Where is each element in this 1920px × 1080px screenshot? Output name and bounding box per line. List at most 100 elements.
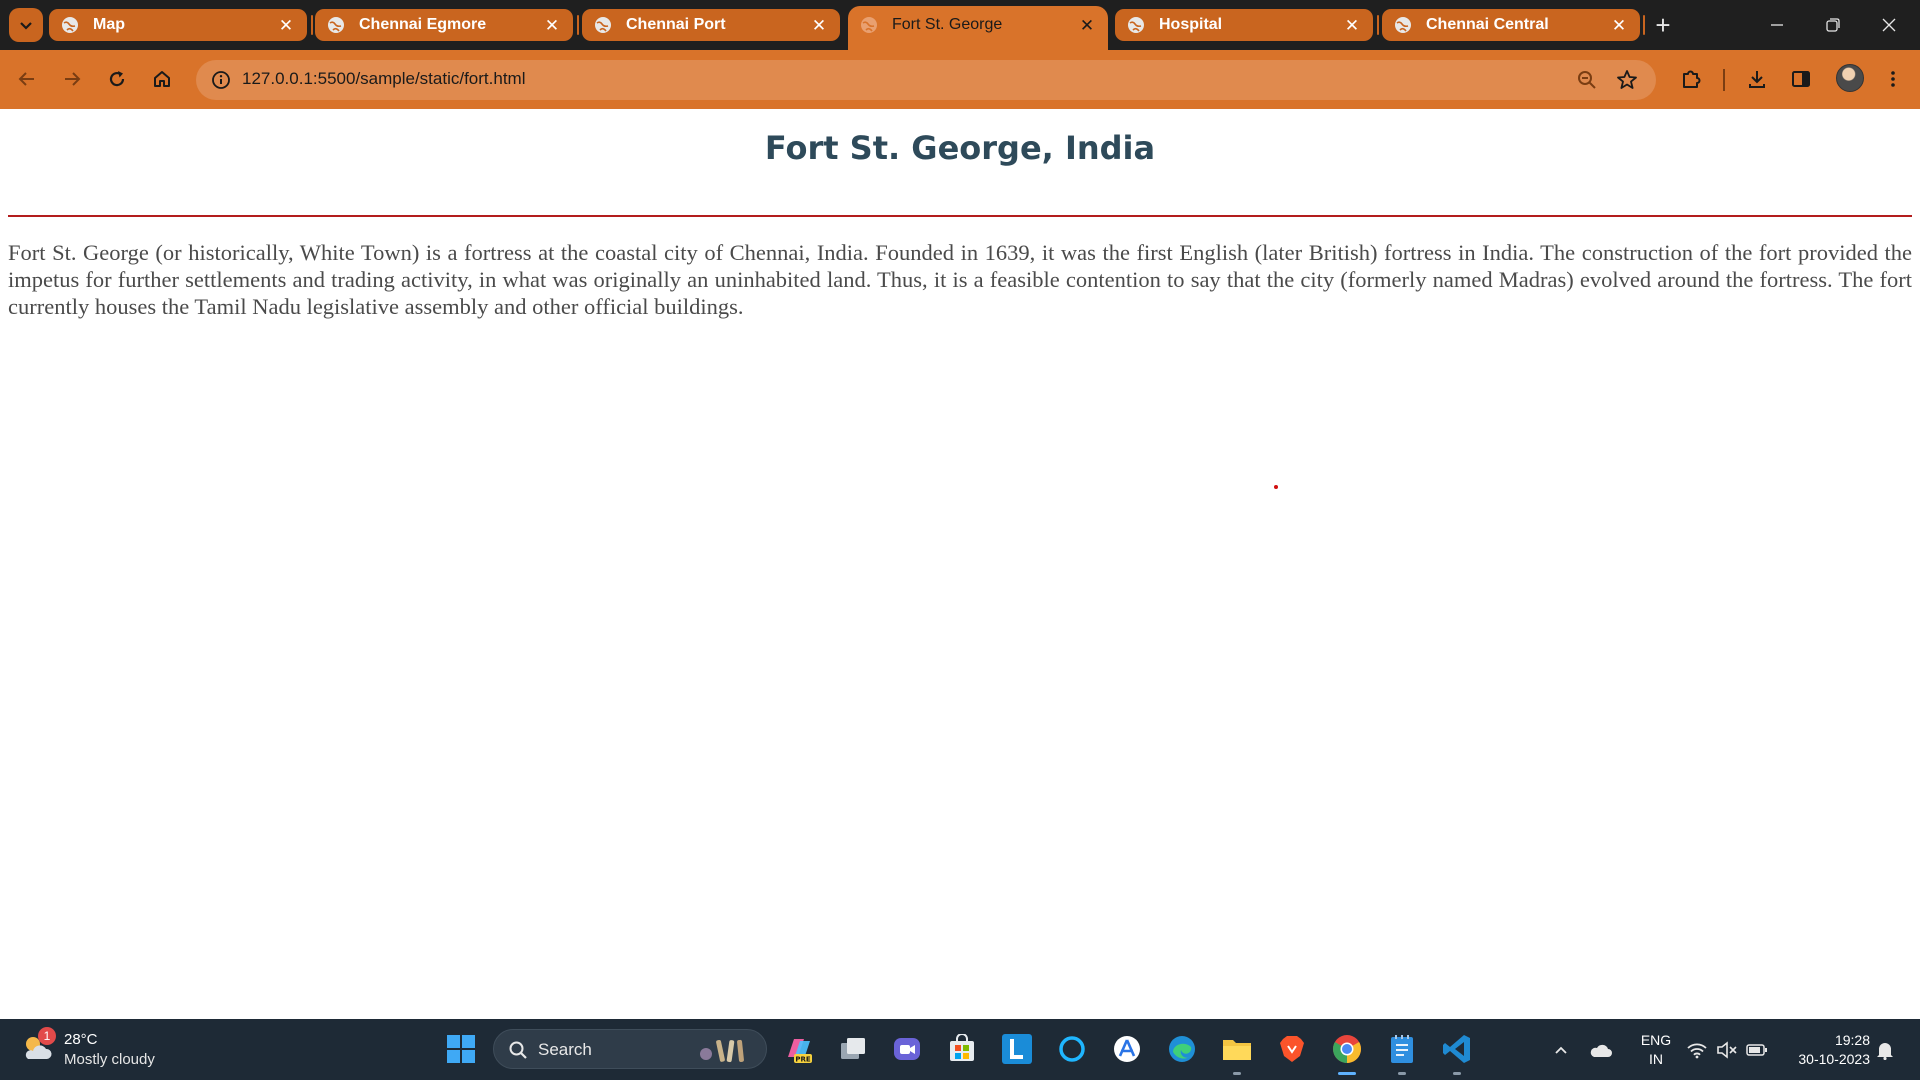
taskbar-vscode[interactable]: [1440, 1032, 1474, 1066]
reload-button[interactable]: [100, 62, 134, 96]
running-indicator: [1233, 1072, 1241, 1075]
close-icon[interactable]: ✕: [541, 14, 563, 36]
chevron-down-icon: [20, 22, 32, 30]
edge-icon: [1169, 1036, 1195, 1062]
chevron-up-icon: [1555, 1046, 1567, 1054]
volume-button[interactable]: [1714, 1037, 1740, 1063]
taskbar-l-app[interactable]: [1000, 1032, 1034, 1066]
task-view-icon: [841, 1038, 865, 1059]
tab-divider: [1377, 15, 1379, 35]
close-icon[interactable]: ✕: [1608, 14, 1630, 36]
profile-avatar[interactable]: [1836, 64, 1864, 92]
language-code: ENG: [1640, 1032, 1672, 1048]
reload-icon: [109, 71, 125, 87]
close-icon[interactable]: ✕: [275, 14, 297, 36]
side-panel-button[interactable]: [1784, 62, 1818, 96]
tab-title: Hospital: [1159, 16, 1223, 33]
bell-icon: [1877, 1043, 1893, 1060]
site-info-button[interactable]: [206, 65, 236, 95]
running-indicator: [1453, 1072, 1461, 1075]
taskbar-task-view[interactable]: [836, 1032, 870, 1066]
tab-map[interactable]: Map ✕: [49, 9, 307, 41]
info-icon: [212, 71, 230, 89]
clock-time: 19:28: [1834, 1032, 1870, 1048]
tab-search-button[interactable]: [9, 8, 43, 42]
running-indicator: [1398, 1072, 1406, 1075]
wifi-button[interactable]: [1684, 1037, 1710, 1063]
onedrive-button[interactable]: [1588, 1037, 1614, 1063]
url-text[interactable]: 127.0.0.1:5500/sample/static/fort.html: [242, 69, 526, 89]
weather-description: Mostly cloudy: [64, 1051, 155, 1068]
start-button[interactable]: [444, 1032, 478, 1066]
weather-temperature: 28°C: [64, 1031, 98, 1048]
taskbar-edge[interactable]: [1165, 1032, 1199, 1066]
taskbar-brave[interactable]: [1275, 1032, 1309, 1066]
taskbar-store[interactable]: [945, 1032, 979, 1066]
battery-button[interactable]: [1744, 1037, 1770, 1063]
page-paragraph: Fort St. George (or historically, White …: [8, 240, 1912, 319]
close-icon[interactable]: ✕: [1076, 14, 1098, 36]
downloads-button[interactable]: [1740, 62, 1774, 96]
active-app-indicator: [1338, 1072, 1356, 1075]
windows-start-icon: [447, 1035, 475, 1063]
web-page: Fort St. George, India Fort St. George (…: [0, 109, 1920, 1019]
notifications-button[interactable]: [1872, 1037, 1898, 1063]
new-tab-button[interactable]: +: [1649, 11, 1677, 39]
menu-button[interactable]: [1876, 62, 1910, 96]
taskbar-copilot[interactable]: PRE: [781, 1032, 815, 1066]
zoom-icon[interactable]: [1574, 67, 1600, 93]
forward-button[interactable]: [55, 62, 89, 96]
microsoft-store-icon: [950, 1034, 974, 1061]
taskbar-file-explorer[interactable]: [1220, 1032, 1254, 1066]
brave-icon: [1280, 1036, 1304, 1062]
tab-divider: [577, 15, 579, 35]
home-button[interactable]: [145, 62, 179, 96]
taskbar-cortana[interactable]: [1055, 1032, 1089, 1066]
battery-icon: [1746, 1044, 1767, 1056]
bookmark-star-icon[interactable]: [1614, 67, 1640, 93]
notification-badge: 1: [38, 1027, 56, 1045]
globe-icon: [1128, 17, 1144, 33]
file-explorer-icon: [1223, 1040, 1251, 1060]
restore-icon: [1826, 18, 1840, 32]
page-title: Fort St. George, India: [764, 129, 1156, 167]
volume-muted-icon: [1717, 1041, 1737, 1059]
system-clock[interactable]: 19:28 30-10-2023: [1780, 1031, 1870, 1069]
globe-icon: [861, 17, 877, 33]
close-icon[interactable]: ✕: [808, 14, 830, 36]
taskbar: 1 28°C Mostly cloudy Search PRE ENG IN 1…: [0, 1019, 1920, 1080]
red-dot-marker: [1274, 485, 1278, 489]
globe-icon: [62, 17, 78, 33]
tab-hospital[interactable]: Hospital ✕: [1115, 9, 1373, 41]
copilot-pre-icon: PRE: [788, 1039, 812, 1064]
tab-title: Fort St. George: [892, 16, 1003, 33]
search-label: Search: [538, 1040, 592, 1059]
tab-chennai-port[interactable]: Chennai Port ✕: [582, 9, 840, 41]
back-button[interactable]: [10, 62, 44, 96]
extensions-button[interactable]: [1674, 62, 1708, 96]
kebab-menu-icon: [1891, 71, 1895, 87]
show-hidden-icons-button[interactable]: [1548, 1037, 1574, 1063]
tab-chennai-egmore[interactable]: Chennai Egmore ✕: [315, 9, 573, 41]
arrow-right-icon: [65, 72, 81, 86]
close-icon[interactable]: ✕: [1341, 14, 1363, 36]
side-panel-icon: [1792, 71, 1810, 87]
notepad-icon: [1391, 1035, 1413, 1063]
taskbar-app-store[interactable]: [1110, 1032, 1144, 1066]
tab-chennai-central[interactable]: Chennai Central ✕: [1382, 9, 1640, 41]
tab-fort-st-george[interactable]: Fort St. George ✕: [848, 6, 1108, 50]
l-app-icon: [1002, 1034, 1032, 1064]
minimize-button[interactable]: [1754, 8, 1800, 42]
taskbar-notepad[interactable]: [1385, 1032, 1419, 1066]
search-icon: [509, 1041, 527, 1059]
address-bar[interactable]: 127.0.0.1:5500/sample/static/fort.html: [196, 60, 1656, 100]
restore-button[interactable]: [1810, 8, 1856, 42]
close-window-button[interactable]: [1866, 8, 1912, 42]
vscode-icon: [1443, 1035, 1470, 1063]
cloud-icon: [1590, 1044, 1612, 1057]
taskbar-chrome[interactable]: [1330, 1032, 1364, 1066]
close-icon: [1882, 18, 1896, 32]
input-language-indicator[interactable]: ENG IN: [1634, 1031, 1678, 1069]
taskbar-search-box[interactable]: Search: [493, 1029, 767, 1069]
taskbar-teams[interactable]: [890, 1032, 924, 1066]
